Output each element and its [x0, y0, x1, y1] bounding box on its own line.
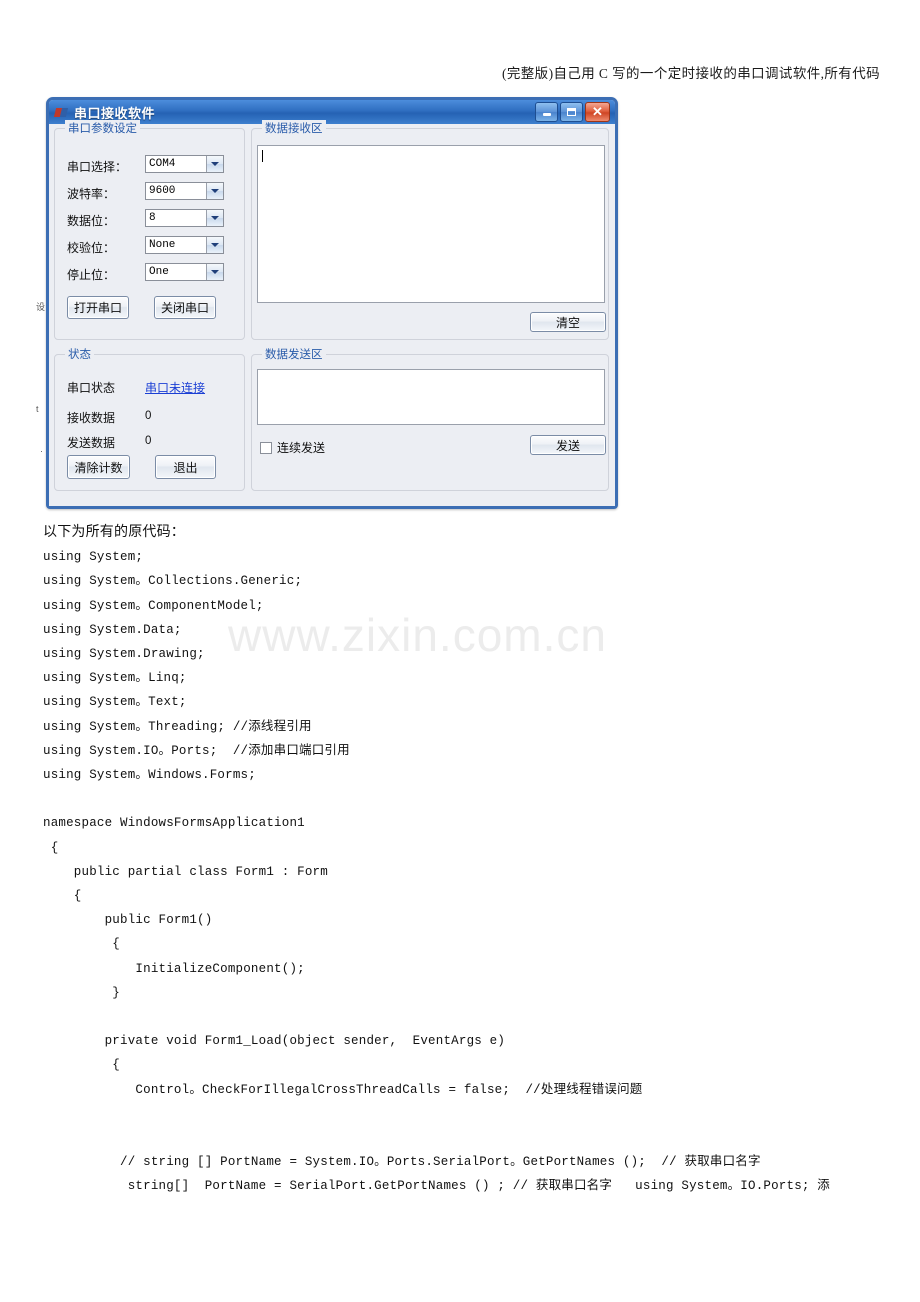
minimize-button[interactable] — [535, 102, 558, 122]
send-group: 数据发送区 连续发送 发送 — [251, 346, 609, 491]
parity-value: None — [149, 239, 176, 251]
serial-params-legend: 串口参数设定 — [65, 120, 140, 136]
chevron-down-icon[interactable] — [206, 237, 223, 253]
app-icon — [53, 106, 69, 119]
background-text-fragment: t — [36, 404, 39, 414]
parity-label: 校验位： — [67, 241, 116, 255]
stop-bits-combobox[interactable]: One — [145, 263, 224, 281]
open-port-button[interactable]: 打开串口 — [67, 296, 129, 319]
code-lines: using System; using System。Collections.Ge… — [43, 545, 903, 1198]
code-line: { — [43, 889, 82, 904]
baud-rate-value: 9600 — [149, 185, 176, 197]
serial-params-group: 串口参数设定 串口选择： 波特率： 数据位： 校验位： 停止位： COM4 96… — [54, 120, 245, 340]
port-status-link[interactable]: 串口未连接 — [145, 379, 205, 396]
code-line: // string [] PortName = System.IO。Ports.… — [43, 1155, 761, 1170]
code-line: public Form1() — [43, 913, 213, 928]
close-port-button[interactable]: 关闭串口 — [154, 296, 216, 319]
background-text-fragment: · — [40, 446, 43, 456]
code-line: private void Form1_Load(object sender, E… — [43, 1034, 506, 1049]
code-line: using System.Drawing; — [43, 647, 205, 662]
receive-group: 数据接收区 清空 — [251, 120, 609, 340]
maximize-button[interactable] — [560, 102, 583, 122]
recv-count-value: 0 — [145, 410, 152, 422]
code-line: using System。Threading; //添线程引用 — [43, 719, 312, 734]
receive-legend: 数据接收区 — [262, 120, 326, 136]
continuous-send-label: 连续发送 — [277, 441, 326, 455]
send-legend: 数据发送区 — [262, 346, 326, 362]
chevron-down-icon[interactable] — [206, 156, 223, 172]
port-status-label: 串口状态 — [67, 381, 116, 395]
document-header: (完整版)自己用 C 写的一个定时接收的串口调试软件,所有代码 — [501, 66, 880, 81]
code-line: public partial class Form1 : Form — [43, 864, 328, 879]
port-select-combobox[interactable]: COM4 — [145, 155, 224, 173]
code-line: InitializeComponent(); — [43, 961, 305, 976]
code-line: Control。CheckForIllegalCrossThreadCalls … — [43, 1082, 643, 1097]
background-text-fragment: 设 — [36, 302, 46, 312]
continuous-send-checkbox[interactable] — [260, 441, 272, 454]
status-legend: 状态 — [65, 346, 94, 362]
baud-rate-label: 波特率： — [67, 187, 116, 201]
data-bits-label: 数据位： — [67, 214, 116, 228]
code-line: using System。Windows.Forms; — [43, 768, 256, 783]
code-line: { — [43, 840, 59, 855]
send-button[interactable]: 发送 — [530, 435, 606, 455]
code-line: { — [43, 1058, 121, 1073]
source-code-listing: 以下为所有的原代码： using System; using System。Col… — [43, 521, 903, 1199]
code-line: } — [43, 985, 121, 1000]
parity-combobox[interactable]: None — [145, 236, 224, 254]
baud-rate-combobox[interactable]: 9600 — [145, 182, 224, 200]
window-title: 串口接收软件 — [74, 105, 156, 121]
chevron-down-icon[interactable] — [206, 183, 223, 199]
code-line: using System。Collections.Generic; — [43, 574, 303, 589]
minimize-icon — [542, 113, 551, 116]
data-bits-combobox[interactable]: 8 — [145, 209, 224, 227]
send-textarea[interactable] — [257, 369, 605, 425]
code-line: string[] PortName = SerialPort.GetPortNa… — [43, 1179, 831, 1194]
close-button[interactable]: ✕ — [585, 102, 610, 122]
code-line: using System。Linq; — [43, 671, 187, 686]
exit-button[interactable]: 退出 — [155, 455, 216, 479]
stop-bits-value: One — [149, 266, 169, 278]
close-icon: ✕ — [592, 104, 603, 119]
code-line: { — [43, 937, 121, 952]
receive-textarea[interactable] — [257, 145, 605, 303]
text-caret — [262, 150, 263, 162]
stop-bits-label: 停止位： — [67, 268, 116, 282]
clear-count-button[interactable]: 清除计数 — [67, 455, 130, 479]
window-client-area: 串口参数设定 串口选择： 波特率： 数据位： 校验位： 停止位： COM4 96… — [49, 120, 615, 506]
continuous-send-row[interactable]: 连续发送 — [260, 439, 325, 456]
sent-count-label: 发送数据 — [67, 436, 116, 450]
code-line: using System.IO。Ports; //添加串口端口引用 — [43, 743, 350, 758]
recv-count-label: 接收数据 — [67, 411, 116, 425]
status-group: 状态 串口状态 串口未连接 接收数据 0 发送数据 0 清除计数 退出 — [54, 346, 245, 491]
code-line: using System; — [43, 550, 144, 565]
clear-receive-button[interactable]: 清空 — [530, 312, 606, 332]
chevron-down-icon[interactable] — [206, 210, 223, 226]
code-line: using System。ComponentModel; — [43, 598, 264, 613]
maximize-icon — [567, 108, 576, 116]
code-line: using System.Data; — [43, 622, 182, 637]
code-line: namespace WindowsFormsApplication1 — [43, 816, 305, 831]
code-intro-line: 以下为所有的原代码： — [43, 525, 185, 540]
port-select-value: COM4 — [149, 158, 176, 170]
sent-count-value: 0 — [145, 435, 152, 447]
data-bits-value: 8 — [149, 212, 156, 224]
code-line: using System。Text; — [43, 695, 187, 710]
window-controls: ✕ — [535, 102, 613, 122]
serial-tool-window: 串口接收软件 ✕ 串口参数设定 串口选择： 波特率： 数据位： 校验位： 停止位… — [46, 97, 618, 509]
port-select-label: 串口选择： — [67, 160, 128, 174]
chevron-down-icon[interactable] — [206, 264, 223, 280]
